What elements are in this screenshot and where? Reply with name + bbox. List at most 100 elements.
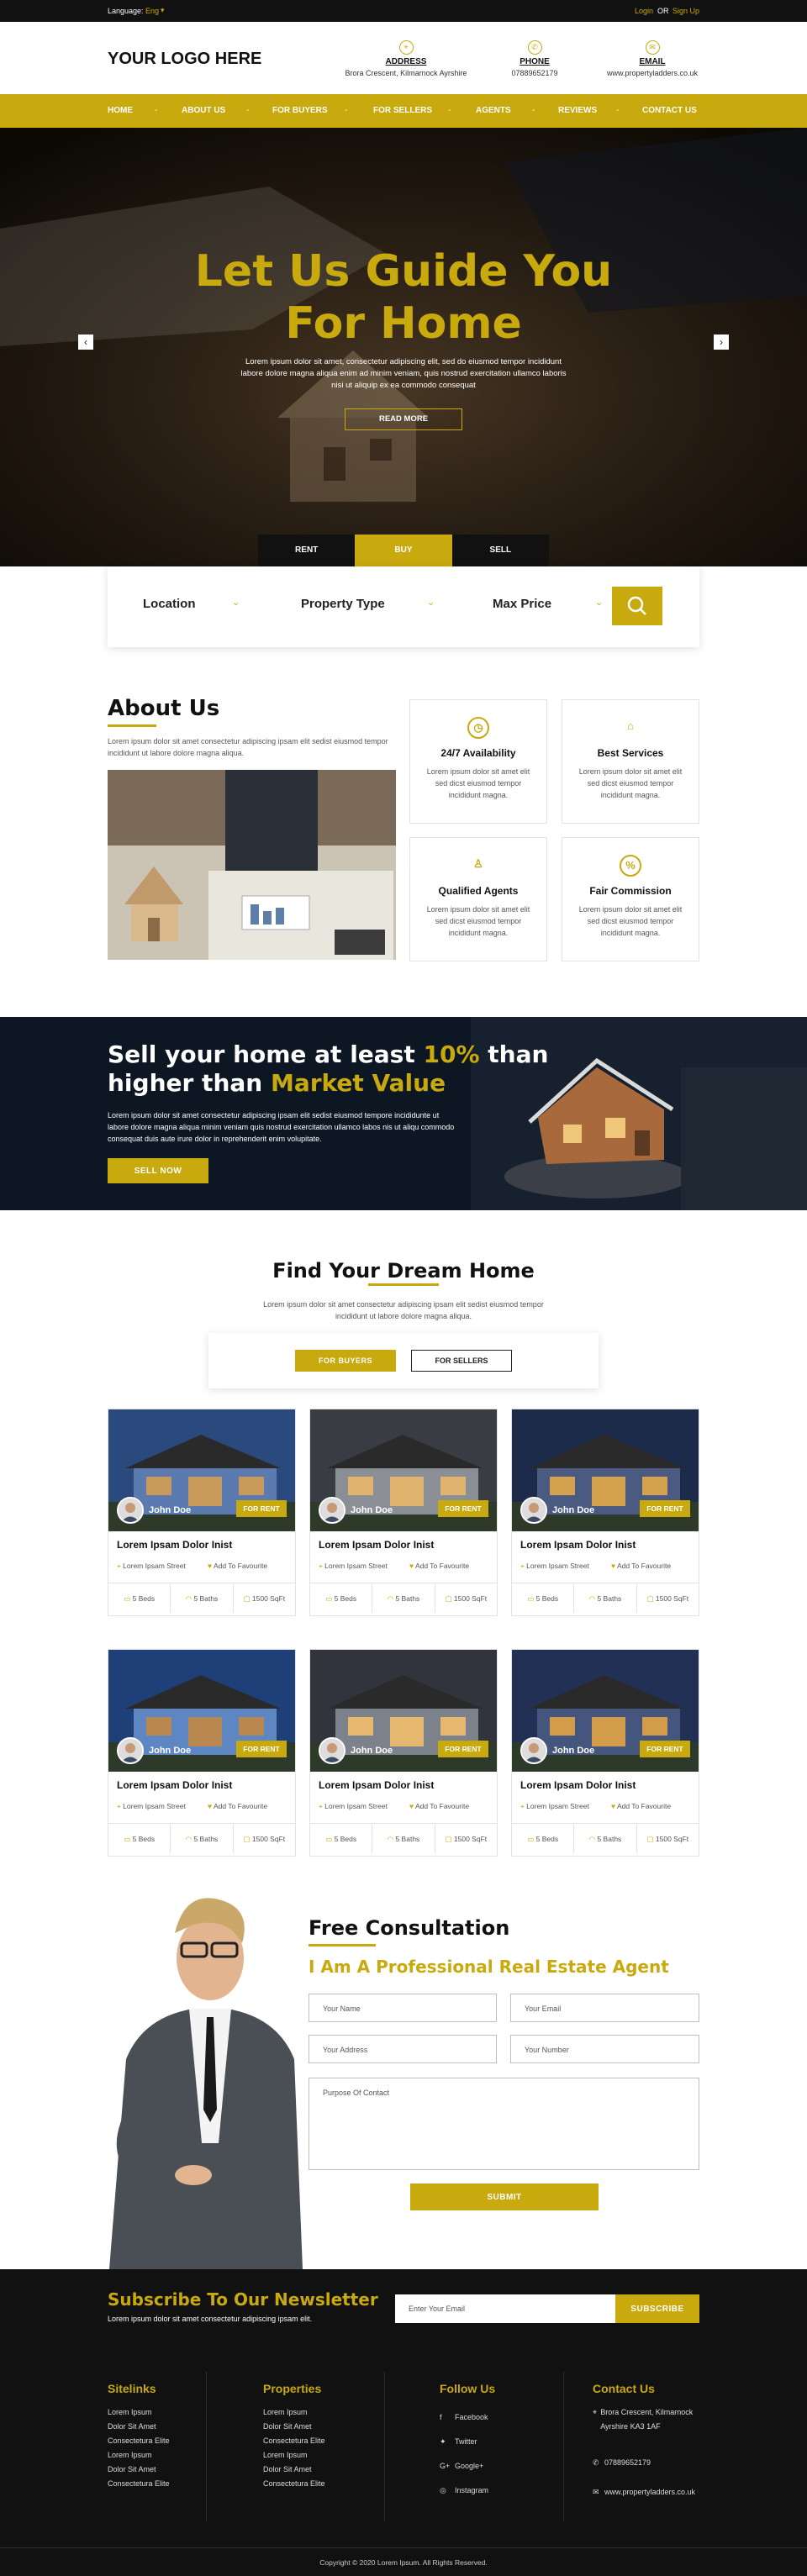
- nav-contact-us[interactable]: CONTACT US: [642, 94, 697, 128]
- phone-value[interactable]: 07889652179: [467, 69, 602, 77]
- agent-name: John Doe: [149, 1505, 192, 1515]
- search-button[interactable]: [612, 587, 662, 625]
- facebook-link[interactable]: Facebook: [455, 2413, 488, 2421]
- nav-home[interactable]: HOME: [108, 94, 133, 128]
- add-favourite-link[interactable]: ♥ Add To Favourite: [409, 1562, 469, 1570]
- header: YOUR LOGO HERE ⌖ ADDRESS Brora Crescent,…: [0, 22, 807, 94]
- footer-contact: Contact Us ⌖ Brora Crescent, Kilmarnock A…: [593, 2382, 702, 2500]
- chevron-right-icon[interactable]: ›: [714, 335, 729, 350]
- favourite-text: Add To Favourite: [213, 1562, 268, 1570]
- property-card[interactable]: John Doe FOR RENT Lorem Ipsam Dolor Inis…: [108, 1409, 296, 1616]
- address-field[interactable]: Your Address: [309, 2035, 497, 2063]
- or-text: OR: [657, 7, 669, 15]
- footer-link[interactable]: Dolor Sit Amet: [263, 2463, 325, 2477]
- property-title[interactable]: Lorem Ipsam Dolor Inist: [319, 1779, 434, 1791]
- google-plus-link[interactable]: Google+: [455, 2462, 483, 2470]
- max-price-select[interactable]: Max Price: [493, 597, 551, 611]
- footer-link[interactable]: Consectetura Elite: [108, 2434, 170, 2448]
- nav-agents[interactable]: AGENTS: [476, 94, 511, 128]
- nav-reviews[interactable]: REVIEWS: [558, 94, 597, 128]
- nav-about-us[interactable]: ABOUT US: [182, 94, 225, 128]
- footer-link[interactable]: Lorem Ipsum: [108, 2448, 170, 2463]
- sell-now-button[interactable]: SELL NOW: [108, 1158, 208, 1183]
- add-favourite-link[interactable]: ♥ Add To Favourite: [208, 1562, 267, 1570]
- phone-block: ✆ PHONE 07889652179: [467, 40, 602, 77]
- footer-link[interactable]: Dolor Sit Amet: [263, 2420, 325, 2434]
- property-card[interactable]: John Doe FOR RENT Lorem Ipsam Dolor Inis…: [511, 1409, 699, 1616]
- footer-link[interactable]: Consectetura Elite: [263, 2477, 325, 2491]
- beds-feature: ▭ 5 Beds: [108, 1824, 171, 1853]
- for-buyers-tab[interactable]: FOR BUYERS: [295, 1350, 396, 1372]
- property-street: ⌖ Lorem Ipsam Street: [520, 1562, 589, 1571]
- sell-highlight-market: Market Value: [270, 1069, 446, 1097]
- property-card[interactable]: John Doe FOR RENT Lorem Ipsam Dolor Inis…: [511, 1649, 699, 1857]
- nav-for-sellers[interactable]: FOR SELLERS: [373, 94, 432, 128]
- nav-separator: -: [246, 106, 250, 115]
- tab-rent[interactable]: RENT: [258, 535, 356, 566]
- add-favourite-link[interactable]: ♥ Add To Favourite: [208, 1802, 267, 1810]
- purpose-textarea[interactable]: Purpose Of Contact: [309, 2078, 699, 2170]
- email-field[interactable]: Your Email: [510, 1994, 699, 2022]
- name-field[interactable]: Your Name: [309, 1994, 497, 2022]
- for-sellers-tab[interactable]: FOR SELLERS: [411, 1350, 512, 1372]
- newsletter-email-input[interactable]: Enter Your Email: [395, 2294, 615, 2323]
- footer-link[interactable]: Consectetura Elite: [263, 2434, 325, 2448]
- tab-buy[interactable]: BUY: [355, 535, 452, 566]
- property-title[interactable]: Lorem Ipsam Dolor Inist: [520, 1779, 636, 1791]
- property-title[interactable]: Lorem Ipsam Dolor Inist: [319, 1539, 434, 1551]
- hero-title-line2: For Home: [285, 298, 522, 349]
- agent-photo: [109, 1898, 303, 2269]
- property-title[interactable]: Lorem Ipsam Dolor Inist: [520, 1539, 636, 1551]
- property-type-select[interactable]: Property Type: [301, 597, 385, 611]
- property-card[interactable]: John Doe FOR RENT Lorem Ipsam Dolor Inis…: [309, 1409, 498, 1616]
- logo[interactable]: YOUR LOGO HERE: [108, 50, 261, 69]
- street-text: Lorem Ipsam Street: [123, 1802, 186, 1810]
- street-text: Lorem Ipsam Street: [324, 1802, 388, 1810]
- sell-text: Lorem ipsum dolor sit amet consectetur a…: [108, 1111, 455, 1143]
- property-card[interactable]: John Doe FOR RENT Lorem Ipsam Dolor Inis…: [108, 1649, 296, 1857]
- instagram-icon: ◎: [440, 2486, 446, 2494]
- location-select[interactable]: Location: [143, 597, 196, 611]
- area-icon: ▢: [646, 1594, 654, 1603]
- add-favourite-link[interactable]: ♥ Add To Favourite: [611, 1562, 671, 1570]
- property-title[interactable]: Lorem Ipsam Dolor Inist: [117, 1779, 232, 1791]
- bed-icon: ▭: [124, 1835, 131, 1843]
- area-text: 1500 SqFt: [655, 1835, 689, 1843]
- beds-text: 5 Beds: [132, 1835, 156, 1843]
- language-select[interactable]: Eng: [145, 7, 159, 15]
- footer-phone[interactable]: 07889652179: [604, 2456, 651, 2470]
- card-text: Lorem ipsum dolor sit amet elit sed dics…: [578, 905, 683, 937]
- twitter-link[interactable]: Twitter: [455, 2437, 477, 2446]
- add-favourite-link[interactable]: ♥ Add To Favourite: [409, 1802, 469, 1810]
- avatar: [117, 1737, 144, 1764]
- instagram-link[interactable]: Instagram: [455, 2486, 488, 2494]
- tab-sell[interactable]: SELL: [451, 535, 549, 566]
- about-heading: About Us: [108, 696, 220, 721]
- card-text: Lorem ipsum dolor sit amet elit sed dics…: [426, 767, 530, 799]
- login-link[interactable]: Login: [635, 7, 653, 15]
- footer-link[interactable]: Dolor Sit Amet: [108, 2463, 170, 2477]
- chevron-left-icon[interactable]: ‹: [78, 335, 93, 350]
- footer-link[interactable]: Lorem Ipsum: [108, 2405, 170, 2420]
- subscribe-button[interactable]: SUBSCRIBE: [615, 2294, 699, 2323]
- nav-separator: -: [345, 106, 348, 115]
- avatar: [520, 1737, 547, 1764]
- nav-for-buyers[interactable]: FOR BUYERS: [272, 94, 328, 128]
- area-icon: ▢: [243, 1594, 251, 1603]
- footer-link[interactable]: Consectetura Elite: [108, 2477, 170, 2491]
- read-more-button[interactable]: READ MORE: [345, 408, 462, 430]
- footer-web[interactable]: www.propertyladders.co.uk: [604, 2485, 695, 2500]
- baths-feature: ◠ 5 Baths: [372, 1824, 435, 1853]
- signup-link[interactable]: Sign Up: [672, 7, 699, 15]
- footer-link[interactable]: Lorem Ipsum: [263, 2405, 325, 2420]
- email-value[interactable]: www.propertyladders.co.uk: [585, 69, 720, 77]
- property-title[interactable]: Lorem Ipsam Dolor Inist: [117, 1539, 232, 1551]
- number-field[interactable]: Your Number: [510, 2035, 699, 2063]
- footer-link[interactable]: Lorem Ipsum: [263, 2448, 325, 2463]
- property-card[interactable]: John Doe FOR RENT Lorem Ipsam Dolor Inis…: [309, 1649, 498, 1857]
- add-favourite-link[interactable]: ♥ Add To Favourite: [611, 1802, 671, 1810]
- avatar: [520, 1497, 547, 1524]
- footer-link[interactable]: Dolor Sit Amet: [108, 2420, 170, 2434]
- location-pin-icon: ⌖: [319, 1802, 323, 1810]
- submit-button[interactable]: SUBMIT: [410, 2184, 599, 2210]
